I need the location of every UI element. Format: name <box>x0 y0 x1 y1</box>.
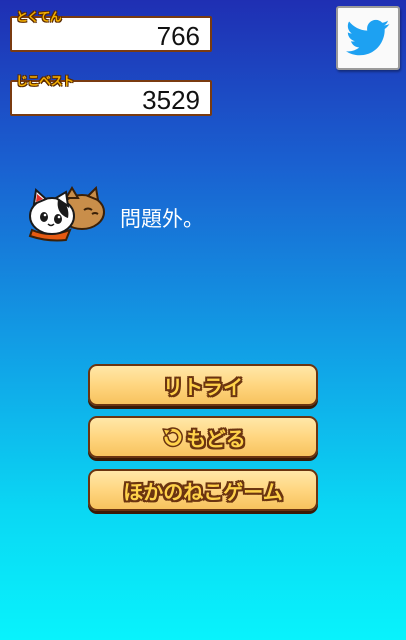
result-message: 問題外。 <box>120 207 204 231</box>
best-score-value: 3529 <box>142 85 200 115</box>
return-arrow-icon <box>160 425 184 449</box>
twitter-share-button[interactable] <box>336 6 400 70</box>
score-box: とくてん 766 <box>10 10 212 52</box>
cat-character-icon <box>28 186 105 242</box>
back-button[interactable]: もどる <box>88 416 318 458</box>
retry-button-label: リトライ <box>163 374 243 399</box>
twitter-bird-icon <box>346 19 390 56</box>
back-button-label: もどる <box>186 426 246 451</box>
best-score-box: じこベスト 3529 <box>10 74 212 116</box>
best-score-label: じこベスト <box>16 74 74 88</box>
other-games-button-label: ほかのねこゲーム <box>123 479 283 504</box>
other-games-button[interactable]: ほかのねこゲーム <box>88 469 318 511</box>
retry-button[interactable]: リトライ <box>88 364 318 406</box>
score-label: とくてん <box>16 10 62 24</box>
score-value: 766 <box>156 21 200 51</box>
